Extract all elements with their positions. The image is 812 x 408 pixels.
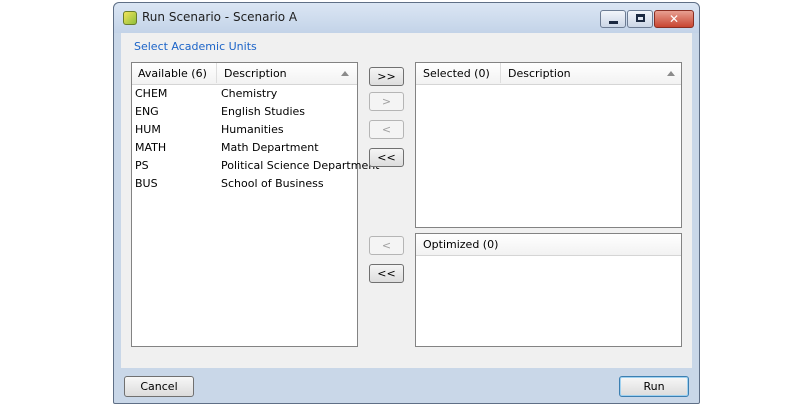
column-divider[interactable] bbox=[216, 63, 217, 83]
optimized-grid-header: Optimized (0) bbox=[416, 234, 681, 256]
run-scenario-dialog: Run Scenario - Scenario A ✕ Select Acade… bbox=[113, 2, 700, 404]
unit-description: School of Business bbox=[221, 177, 324, 190]
unit-code: MATH bbox=[135, 141, 167, 154]
dialog-body: Select Academic Units Available (6) Desc… bbox=[121, 33, 692, 368]
minimize-icon bbox=[609, 21, 618, 24]
maximize-icon bbox=[636, 14, 645, 22]
unit-code: HUM bbox=[135, 123, 161, 136]
cancel-label: Cancel bbox=[140, 380, 178, 393]
title-bar[interactable]: Run Scenario - Scenario A ✕ bbox=[114, 3, 699, 33]
remove-optimized-label: < bbox=[381, 239, 392, 252]
selected-column-header[interactable]: Selected (0) bbox=[423, 67, 490, 80]
minimize-button[interactable] bbox=[600, 10, 626, 28]
remove-selected-button[interactable]: < bbox=[369, 120, 404, 139]
add-all-label: >> bbox=[377, 70, 396, 83]
remove-optimized-button[interactable]: < bbox=[369, 236, 404, 255]
description-column-header[interactable]: Description bbox=[508, 67, 571, 80]
close-icon: ✕ bbox=[668, 12, 680, 26]
unit-code: PS bbox=[135, 159, 149, 172]
unit-description: Humanities bbox=[221, 123, 284, 136]
unit-code: CHEM bbox=[135, 87, 168, 100]
column-divider[interactable] bbox=[500, 63, 501, 83]
add-selected-label: > bbox=[381, 95, 392, 108]
unit-description: Chemistry bbox=[221, 87, 278, 100]
remove-all-optimized-label: << bbox=[377, 267, 396, 280]
table-row[interactable]: CHEM Chemistry bbox=[132, 85, 357, 103]
available-column-header[interactable]: Available (6) bbox=[138, 67, 207, 80]
section-label: Select Academic Units bbox=[134, 40, 257, 53]
add-all-button[interactable]: >> bbox=[369, 67, 404, 86]
sort-ascending-icon[interactable] bbox=[667, 71, 675, 76]
add-selected-button[interactable]: > bbox=[369, 92, 404, 111]
description-column-header[interactable]: Description bbox=[224, 67, 287, 80]
table-row[interactable]: HUM Humanities bbox=[132, 121, 357, 139]
table-row[interactable]: PS Political Science Department bbox=[132, 157, 380, 175]
selected-grid-header: Selected (0) Description bbox=[416, 63, 681, 85]
remove-all-label: << bbox=[377, 151, 396, 164]
remove-all-button[interactable]: << bbox=[369, 148, 404, 167]
window-title: Run Scenario - Scenario A bbox=[142, 10, 298, 24]
selected-units-grid[interactable]: Selected (0) Description bbox=[415, 62, 682, 228]
table-row[interactable]: ENG English Studies bbox=[132, 103, 357, 121]
optimized-column-header[interactable]: Optimized (0) bbox=[423, 238, 498, 251]
unit-code: ENG bbox=[135, 105, 159, 118]
maximize-button[interactable] bbox=[627, 10, 653, 28]
unit-code: BUS bbox=[135, 177, 158, 190]
table-row[interactable]: MATH Math Department bbox=[132, 139, 357, 157]
unit-description: Political Science Department bbox=[221, 159, 380, 172]
sort-ascending-icon[interactable] bbox=[341, 71, 349, 76]
cancel-button[interactable]: Cancel bbox=[124, 376, 194, 397]
unit-description: Math Department bbox=[221, 141, 319, 154]
available-units-grid[interactable]: Available (6) Description CHEM Chemistry… bbox=[131, 62, 380, 347]
run-label: Run bbox=[643, 380, 665, 393]
close-button[interactable]: ✕ bbox=[654, 10, 694, 28]
optimized-units-grid[interactable]: Optimized (0) bbox=[415, 233, 682, 347]
app-icon bbox=[123, 11, 137, 25]
table-row[interactable]: BUS School of Business bbox=[132, 175, 357, 193]
remove-selected-label: < bbox=[381, 123, 392, 136]
remove-all-optimized-button[interactable]: << bbox=[369, 264, 404, 283]
available-grid-header: Available (6) Description bbox=[132, 63, 357, 85]
unit-description: English Studies bbox=[221, 105, 306, 118]
run-button[interactable]: Run bbox=[619, 376, 689, 397]
